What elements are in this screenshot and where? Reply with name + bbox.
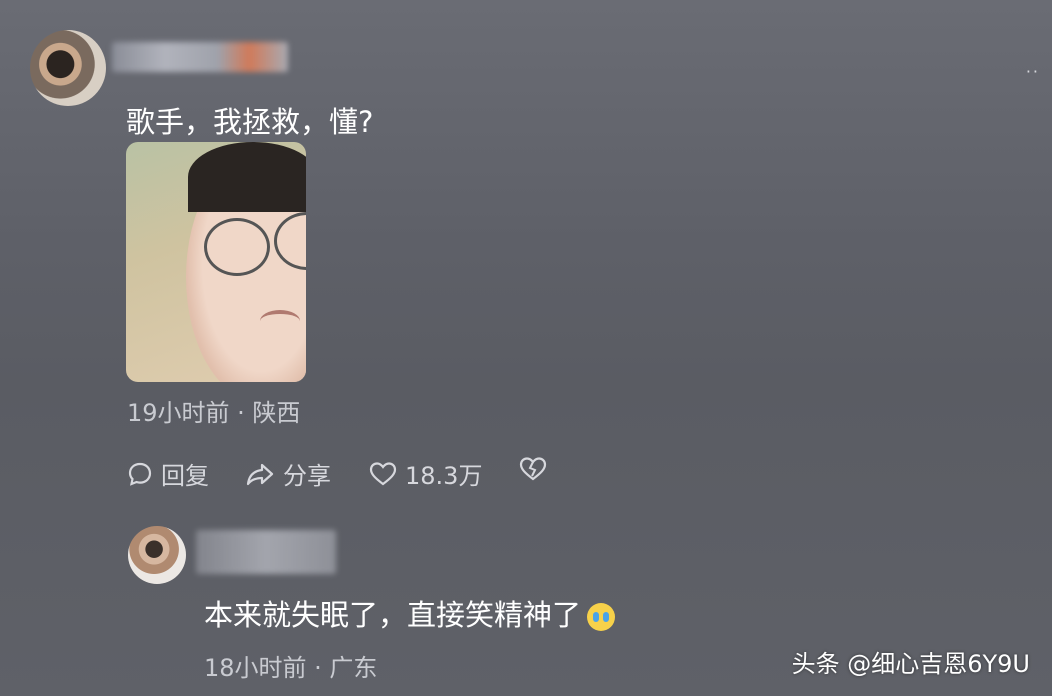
like-button[interactable]: 18.3万 bbox=[369, 456, 482, 491]
crying-face-icon bbox=[587, 603, 616, 631]
username-blurred[interactable] bbox=[196, 530, 336, 574]
share-button[interactable]: 分享 bbox=[245, 456, 331, 491]
broken-heart-icon bbox=[519, 457, 547, 481]
heart-icon bbox=[369, 461, 397, 485]
reply-button[interactable]: 回复 bbox=[127, 456, 209, 491]
username-blurred[interactable] bbox=[112, 42, 288, 72]
avatar[interactable] bbox=[128, 526, 186, 584]
avatar[interactable] bbox=[30, 30, 106, 106]
comment-image[interactable] bbox=[126, 142, 306, 382]
comment-bubble-icon bbox=[128, 462, 152, 486]
comment-meta: 19小时前 · 陕西 bbox=[127, 399, 301, 427]
reply-meta: 18小时前 · 广东 bbox=[204, 654, 378, 682]
more-icon[interactable]: ·· bbox=[1026, 62, 1040, 81]
share-icon bbox=[246, 463, 274, 485]
comment-text: 歌手，我拯救，懂? bbox=[126, 105, 374, 139]
reply-text: 本来就失眠了，直接笑精神了 bbox=[204, 592, 616, 634]
watermark: 头条 @细心吉恩6Y9U bbox=[791, 650, 1030, 678]
dislike-button[interactable] bbox=[519, 456, 555, 482]
like-count: 18.3万 bbox=[405, 462, 483, 490]
